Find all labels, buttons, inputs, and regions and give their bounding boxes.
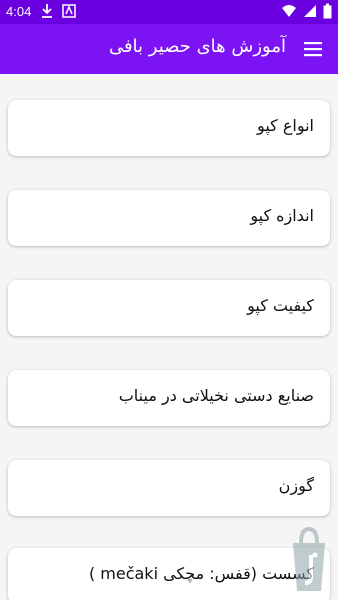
list-item-label: کیفیت کپو xyxy=(247,296,314,315)
app-title: آموزش های حصیر بافی xyxy=(108,36,286,57)
cafebazaar-logo-icon xyxy=(289,525,329,595)
wifi-icon xyxy=(282,5,296,17)
hamburger-menu-icon xyxy=(304,42,322,57)
list-item-label: صنایع دستی نخیلاتی در میناب xyxy=(118,386,314,405)
list-item[interactable]: گوزن xyxy=(8,460,330,516)
list-item-label: گوزن xyxy=(278,476,314,495)
list-item[interactable]: انواع کپو xyxy=(8,100,330,156)
list-item-label: انواع کپو xyxy=(257,116,314,135)
status-right-icons xyxy=(281,3,332,19)
signal-icon xyxy=(304,5,316,17)
status-bar: 4:04 xyxy=(0,0,338,24)
list-item[interactable]: کسست (قفس: مچکی mečaki ) xyxy=(8,548,330,600)
menu-list: انواع کپو اندازه کپو کیفیت کپو صنایع دست… xyxy=(0,74,338,600)
download-icon xyxy=(42,4,52,18)
notification-icon xyxy=(62,4,76,18)
list-item-label: اندازه کپو xyxy=(250,206,314,225)
list-item[interactable]: اندازه کپو xyxy=(8,190,330,246)
battery-icon xyxy=(323,3,332,19)
list-item-label: کسست (قفس: مچکی mečaki ) xyxy=(88,564,314,583)
status-time: 4:04 xyxy=(6,4,32,19)
status-left-icons xyxy=(40,3,76,19)
list-item[interactable]: صنایع دستی نخیلاتی در میناب xyxy=(8,370,330,426)
app-bar: آموزش های حصیر بافی xyxy=(0,24,338,74)
menu-button[interactable] xyxy=(302,38,324,60)
list-item[interactable]: کیفیت کپو xyxy=(8,280,330,336)
